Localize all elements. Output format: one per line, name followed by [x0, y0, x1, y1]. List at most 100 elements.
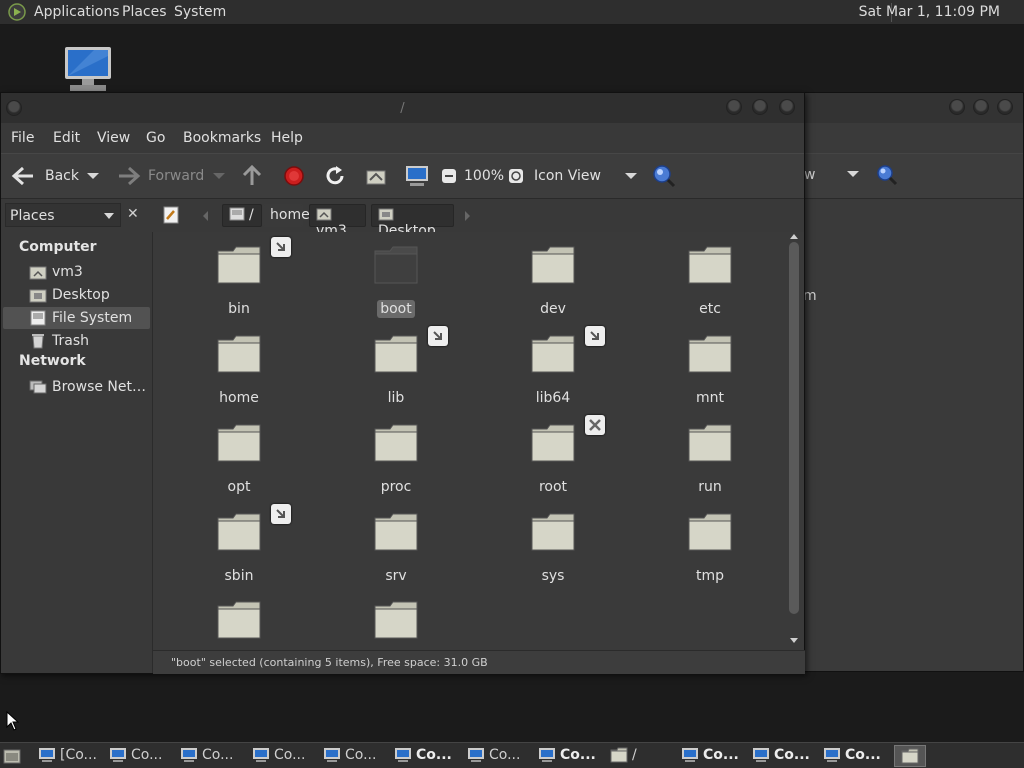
taskbar-button[interactable]: Co... — [467, 745, 533, 767]
breadcrumb-home[interactable]: home — [263, 204, 310, 227]
folder-item-etc[interactable]: etc — [650, 235, 770, 323]
close-button[interactable] — [779, 99, 795, 115]
zoom-level: 100% — [464, 168, 505, 184]
menu-help[interactable]: Help — [271, 130, 303, 146]
folder-label: boot — [336, 300, 456, 318]
taskbar-button-label: Co... — [560, 747, 596, 763]
folder-item-sys[interactable]: sys — [493, 502, 613, 590]
show-desktop-icon[interactable] — [3, 747, 21, 765]
view-mode-dropdown-arrow[interactable] — [847, 171, 859, 177]
forward-button[interactable]: Forward — [148, 168, 204, 184]
folder-item-mnt[interactable]: mnt — [650, 324, 770, 412]
window-title-bar[interactable]: / — [1, 93, 804, 123]
sidebar-item-file-system[interactable]: File System — [3, 307, 150, 329]
taskbar-button[interactable]: Co... — [180, 745, 246, 767]
scroll-down-arrow-icon[interactable] — [790, 638, 798, 643]
background-window-title-bar[interactable] — [801, 93, 1023, 123]
taskbar-button[interactable]: Co... — [752, 745, 818, 767]
folder-item-unnamed-17[interactable] — [336, 590, 456, 650]
breadcrumb-root[interactable]: / — [222, 204, 262, 227]
vertical-scrollbar[interactable] — [787, 232, 801, 650]
sidebar-item-desktop[interactable]: Desktop — [3, 284, 150, 306]
sidebar-item-trash[interactable]: Trash — [3, 330, 150, 352]
folder-item-dev[interactable]: dev — [493, 235, 613, 323]
back-button[interactable]: Back — [45, 168, 79, 184]
view-mode-dropdown-arrow[interactable] — [625, 173, 637, 179]
folder-item-lib64[interactable]: lib64 — [493, 324, 613, 412]
minimize-button[interactable] — [726, 99, 742, 115]
scroll-up-arrow-icon[interactable] — [790, 234, 798, 239]
edit-location-icon[interactable] — [163, 206, 179, 224]
file-manager-window[interactable]: / File Edit View Go Bookmarks Help Back … — [0, 92, 805, 674]
folder-icon — [688, 512, 732, 552]
zoom-in-icon[interactable] — [508, 164, 524, 188]
breadcrumb-desktop[interactable]: Desktop — [371, 204, 454, 239]
taskbar-button[interactable]: Co... — [394, 745, 460, 767]
taskbar-button[interactable]: Co... — [538, 745, 604, 767]
folder-item-unnamed-16[interactable] — [179, 590, 299, 650]
computer-icon[interactable] — [405, 164, 429, 188]
desktop-computer-icon[interactable] — [64, 46, 112, 92]
back-history-dropdown[interactable] — [87, 173, 99, 179]
folder-item-sbin[interactable]: sbin — [179, 502, 299, 590]
folder-item-tmp[interactable]: tmp — [650, 502, 770, 590]
sidebar-selector[interactable]: Places — [5, 203, 121, 227]
zoom-out-icon[interactable] — [441, 164, 457, 188]
folder-item-home[interactable]: home — [179, 324, 299, 412]
stop-icon[interactable] — [283, 164, 305, 188]
folder-item-boot[interactable]: boot — [336, 235, 456, 323]
menu-file[interactable]: File — [11, 130, 34, 146]
sidebar-item-vm3[interactable]: vm3 — [3, 261, 150, 283]
sidebar-item-browse-network[interactable]: Browse Net… — [3, 376, 150, 398]
menu-go[interactable]: Go — [146, 130, 165, 146]
taskbar-button-label: Co... — [274, 747, 306, 763]
up-arrow-icon[interactable] — [241, 164, 263, 188]
taskbar-button[interactable]: Co... — [323, 745, 389, 767]
menu-bookmarks[interactable]: Bookmarks — [183, 130, 261, 146]
scrollbar-thumb[interactable] — [789, 242, 799, 614]
folder-item-lib[interactable]: lib — [336, 324, 456, 412]
forward-history-dropdown[interactable] — [213, 173, 225, 179]
applications-menu[interactable]: Applications — [34, 4, 120, 20]
reload-icon[interactable] — [324, 164, 346, 188]
breadcrumb-vm3[interactable]: vm3 — [309, 204, 366, 239]
maximize-button[interactable] — [973, 99, 989, 115]
close-button[interactable] — [997, 99, 1013, 115]
folder-name: bin — [228, 301, 250, 317]
view-mode-select[interactable]: Icon View — [534, 168, 601, 184]
distro-logo-icon[interactable] — [8, 3, 26, 21]
clock[interactable]: Sat Mar 1, 11:09 PM — [859, 4, 1000, 20]
folder-item-srv[interactable]: srv — [336, 502, 456, 590]
taskbar-button[interactable]: Co... — [252, 745, 318, 767]
minimize-button[interactable] — [949, 99, 965, 115]
breadcrumb-scroll-left[interactable] — [203, 211, 208, 221]
folder-item-root[interactable]: root — [493, 413, 613, 501]
forward-arrow-icon[interactable] — [115, 164, 141, 188]
folder-item-proc[interactable]: proc — [336, 413, 456, 501]
back-arrow-icon[interactable] — [11, 164, 37, 188]
folder-item-run[interactable]: run — [650, 413, 770, 501]
home-icon[interactable] — [365, 164, 387, 188]
menu-view[interactable]: View — [97, 130, 130, 146]
chevron-down-icon[interactable] — [104, 213, 114, 219]
folder-label: proc — [336, 479, 456, 495]
file-icon-view[interactable]: bin boot dev etc home lib lib64 mnt opt proc root r… — [156, 232, 802, 650]
search-icon[interactable] — [876, 164, 898, 186]
close-sidebar-icon[interactable]: ✕ — [127, 206, 139, 222]
taskbar-button[interactable]: Co... — [823, 745, 889, 767]
taskbar-button[interactable]: Co... — [109, 745, 175, 767]
taskbar-button[interactable]: / — [610, 745, 676, 767]
background-window[interactable]: w m — [800, 92, 1024, 672]
menu-edit[interactable]: Edit — [53, 130, 80, 146]
taskbar-button[interactable]: [Co... — [38, 745, 104, 767]
folder-item-bin[interactable]: bin — [179, 235, 299, 323]
maximize-button[interactable] — [752, 99, 768, 115]
places-menu[interactable]: Places — [122, 4, 167, 20]
computer-icon — [467, 747, 485, 763]
folder-item-opt[interactable]: opt — [179, 413, 299, 501]
breadcrumb-scroll-right[interactable] — [465, 211, 470, 221]
system-menu[interactable]: System — [174, 4, 226, 20]
taskbar-button[interactable] — [894, 745, 926, 767]
search-icon[interactable] — [652, 164, 676, 188]
taskbar-button[interactable]: Co... — [681, 745, 747, 767]
